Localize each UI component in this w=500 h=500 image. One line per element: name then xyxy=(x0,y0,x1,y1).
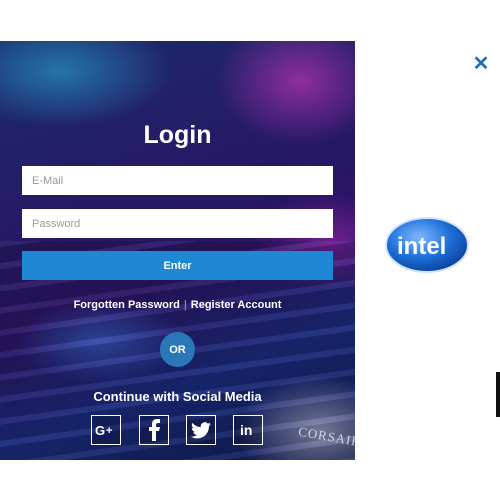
links-separator: | xyxy=(183,299,187,311)
password-input[interactable] xyxy=(22,209,333,238)
svg-text:G: G xyxy=(95,423,105,437)
svg-text:+: + xyxy=(106,425,112,437)
intel-ad-banner[interactable]: intel xyxy=(384,215,470,275)
close-button[interactable]: ✕ xyxy=(472,53,490,75)
intel-logo-text: intel xyxy=(397,233,446,260)
register-account-link[interactable]: Register Account xyxy=(191,299,282,311)
google-plus-icon: G + xyxy=(95,423,112,437)
forgot-password-link[interactable]: Forgotten Password xyxy=(74,299,180,311)
facebook-button[interactable] xyxy=(139,415,169,445)
facebook-icon xyxy=(149,419,160,441)
intel-logo: intel xyxy=(385,217,469,273)
login-title: Login xyxy=(143,121,212,149)
login-modal: CORSAIR Login Enter Forgotten Password|R… xyxy=(0,41,355,460)
or-badge: OR xyxy=(160,332,195,367)
enter-button[interactable]: Enter xyxy=(22,251,333,280)
linkedin-button[interactable]: in xyxy=(233,415,263,445)
twitter-button[interactable] xyxy=(186,415,216,445)
email-input[interactable] xyxy=(22,166,333,195)
linkedin-icon: in xyxy=(240,422,252,438)
twitter-icon xyxy=(191,421,211,438)
account-links: Forgotten Password | Register Account xyxy=(0,299,355,311)
page-edge-decoration xyxy=(496,372,500,417)
social-title: Continue with Social Media xyxy=(93,389,262,404)
close-icon: ✕ xyxy=(472,53,490,75)
google-plus-button[interactable]: G + xyxy=(91,415,121,445)
svg-text:in: in xyxy=(240,422,252,438)
